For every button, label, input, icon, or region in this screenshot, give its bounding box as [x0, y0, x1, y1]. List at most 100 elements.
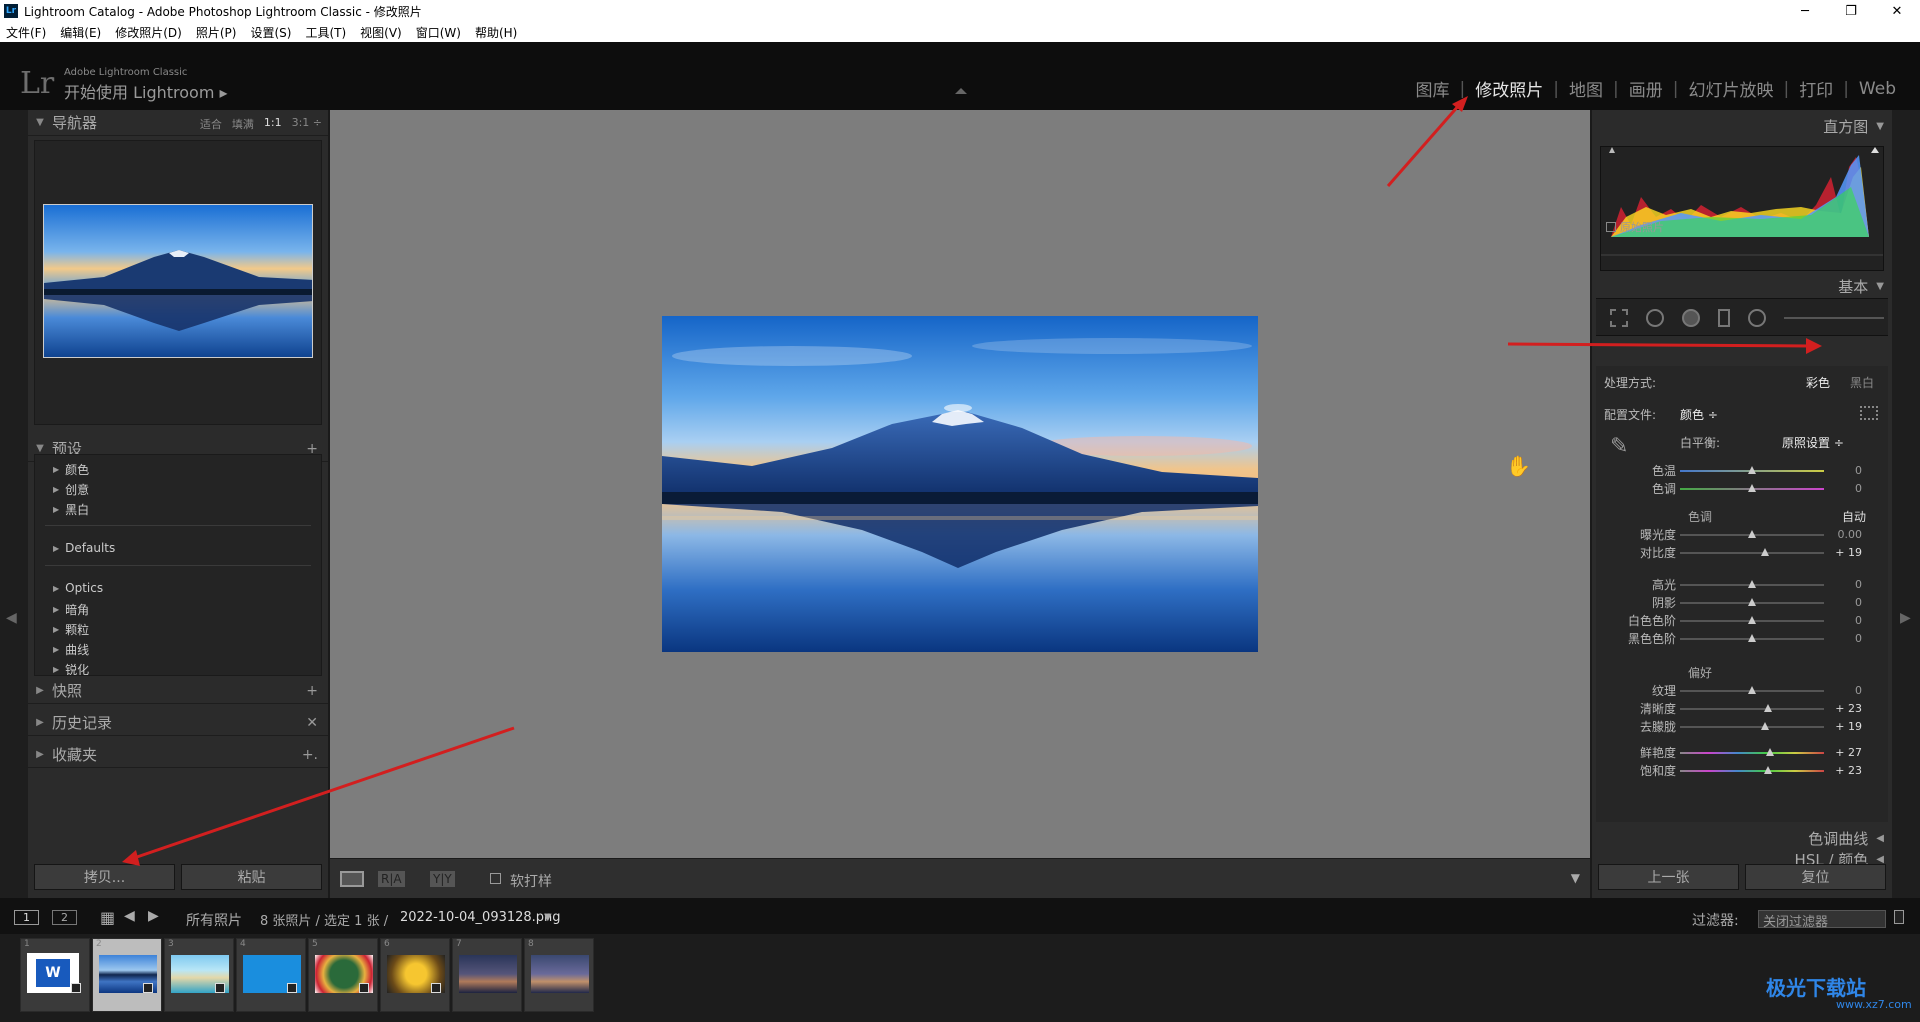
module-web[interactable]: Web	[1849, 79, 1906, 99]
preset-folder-color[interactable]: ▶ 颜色	[53, 461, 89, 478]
zoom-fill[interactable]: 填满	[232, 116, 254, 132]
thumbnail-7[interactable]: 7	[452, 938, 522, 1012]
add-snapshot-icon[interactable]: +	[306, 683, 318, 699]
screen-2-button[interactable]: 2	[52, 910, 77, 925]
navigator-header[interactable]: ▼ 导航器 适合 填满 1:1 3:1 ÷	[28, 110, 328, 136]
preset-folder-sharpen[interactable]: ▶ 锐化	[53, 661, 89, 675]
module-library[interactable]: 图库	[1406, 76, 1460, 101]
whites-value[interactable]: 0	[1822, 614, 1862, 627]
graduated-filter-icon[interactable]	[1718, 309, 1730, 327]
forward-arrow-icon[interactable]: ▶	[148, 908, 159, 924]
thumbnail-4[interactable]: 4	[236, 938, 306, 1012]
main-photo[interactable]	[662, 316, 1258, 652]
close-button[interactable]: ✕	[1874, 0, 1920, 22]
toolbar-menu-icon[interactable]: ▼	[1571, 871, 1580, 885]
collapse-top-icon[interactable]	[955, 88, 967, 94]
previous-settings-button[interactable]: 上一张	[1598, 864, 1739, 890]
menu-file[interactable]: 文件(F)	[6, 24, 46, 41]
highlights-slider[interactable]	[1680, 580, 1824, 588]
temp-value[interactable]: 0	[1822, 464, 1862, 477]
thumbnail-8[interactable]: 8	[524, 938, 594, 1012]
temp-slider[interactable]	[1680, 466, 1824, 474]
exposure-value[interactable]: 0.00	[1822, 528, 1863, 541]
tone-auto-button[interactable]: 自动	[1842, 508, 1866, 525]
clarity-value[interactable]: + 23	[1822, 702, 1862, 715]
original-photo-checkbox[interactable]	[1606, 222, 1616, 232]
snapshots-header[interactable]: ▶ 快照 +	[28, 678, 328, 704]
loupe-view-icon[interactable]	[340, 871, 364, 887]
add-collection-icon[interactable]: +.	[302, 747, 318, 763]
navigator-preview[interactable]	[34, 140, 322, 425]
red-eye-icon[interactable]	[1682, 309, 1700, 327]
right-panel-toggle-icon[interactable]: ▶	[1900, 610, 1911, 626]
preset-folder-defaults[interactable]: ▶ Defaults	[53, 541, 115, 555]
blacks-value[interactable]: 0	[1822, 632, 1862, 645]
dehaze-slider[interactable]	[1680, 722, 1824, 730]
menu-settings[interactable]: 设置(S)	[250, 24, 291, 41]
contrast-value[interactable]: + 19	[1822, 546, 1862, 559]
shadows-slider[interactable]	[1680, 598, 1824, 606]
tint-value[interactable]: 0	[1822, 482, 1862, 495]
thumbnail-3[interactable]: 3	[164, 938, 234, 1012]
wb-select[interactable]: 原照设置 ÷	[1782, 434, 1844, 451]
thumbnail-5[interactable]: 5	[308, 938, 378, 1012]
copy-settings-button[interactable]: 拷贝...	[34, 864, 175, 890]
shadows-value[interactable]: 0	[1822, 596, 1862, 609]
tone-curve-header[interactable]: 色调曲线 ◀	[1808, 828, 1884, 849]
menu-photo[interactable]: 照片(P)	[196, 24, 237, 41]
right-edge[interactable]: ▶	[1892, 110, 1920, 898]
tint-slider[interactable]	[1680, 484, 1824, 492]
thumbnail-1[interactable]: 1 W	[20, 938, 90, 1012]
thumbnail-2[interactable]: 2	[92, 938, 162, 1012]
vibrance-slider[interactable]	[1680, 748, 1824, 756]
profile-select[interactable]: 颜色 ÷	[1680, 406, 1718, 423]
spot-removal-icon[interactable]	[1646, 309, 1664, 327]
zoom-fit[interactable]: 适合	[200, 116, 222, 132]
menu-develop[interactable]: 修改照片(D)	[115, 24, 182, 41]
adjustment-brush-icon[interactable]	[1784, 317, 1884, 319]
treatment-bw-option[interactable]: 黑白	[1850, 374, 1874, 391]
filter-select[interactable]: 关闭过滤器	[1758, 910, 1886, 930]
navigator-thumbnail[interactable]	[43, 204, 313, 358]
menu-edit[interactable]: 编辑(E)	[60, 24, 101, 41]
treatment-color-option[interactable]: 彩色	[1806, 374, 1830, 391]
eyedropper-icon[interactable]: ✎	[1610, 434, 1628, 459]
module-map[interactable]: 地图	[1559, 76, 1613, 101]
radial-filter-icon[interactable]	[1748, 309, 1766, 327]
module-book[interactable]: 画册	[1619, 76, 1673, 101]
clarity-slider[interactable]	[1680, 704, 1824, 712]
preset-folder-curve[interactable]: ▶ 曲线	[53, 641, 89, 658]
preset-folder-bw[interactable]: ▶ 黑白	[53, 501, 89, 518]
collections-header[interactable]: ▶ 收藏夹 +.	[28, 742, 328, 768]
texture-value[interactable]: 0	[1822, 684, 1862, 697]
highlights-value[interactable]: 0	[1822, 578, 1862, 591]
texture-slider[interactable]	[1680, 686, 1824, 694]
zoom-3-1[interactable]: 3:1 ÷	[292, 116, 322, 132]
reset-button[interactable]: 复位	[1745, 864, 1886, 890]
dehaze-value[interactable]: + 19	[1822, 720, 1862, 733]
restore-button[interactable]: ❐	[1828, 0, 1874, 22]
soft-proof-checkbox[interactable]	[490, 873, 501, 884]
profile-browser-icon[interactable]	[1860, 406, 1878, 420]
blacks-slider[interactable]	[1680, 634, 1824, 642]
menu-window[interactable]: 窗口(W)	[416, 24, 461, 41]
preset-folder-vignette[interactable]: ▶ 暗角	[53, 601, 89, 618]
thumbnail-6[interactable]: 6	[380, 938, 450, 1012]
clear-history-icon[interactable]: ✕	[306, 715, 318, 731]
module-print[interactable]: 打印	[1789, 76, 1843, 101]
preset-folder-optics[interactable]: ▶ Optics	[53, 581, 103, 595]
getting-started-link[interactable]: 开始使用 Lightroom ▸	[64, 79, 228, 103]
before-after-ra-icon[interactable]: R|A	[378, 871, 405, 887]
whites-slider[interactable]	[1680, 616, 1824, 624]
histogram-header[interactable]: 直方图 ▼	[1823, 116, 1884, 137]
left-panel-toggle-icon[interactable]: ◀	[6, 610, 17, 626]
preset-folder-creative[interactable]: ▶ 创意	[53, 481, 89, 498]
basic-header[interactable]: 基本 ▼	[1838, 276, 1884, 297]
saturation-slider[interactable]	[1680, 766, 1824, 774]
paste-settings-button[interactable]: 粘贴	[181, 864, 322, 890]
histogram[interactable]	[1600, 146, 1884, 271]
source-label[interactable]: 所有照片	[186, 910, 242, 930]
module-develop[interactable]: 修改照片	[1465, 76, 1553, 101]
photo-canvas[interactable]: ✋	[330, 110, 1590, 858]
history-header[interactable]: ▶ 历史记录 ✕	[28, 710, 328, 736]
